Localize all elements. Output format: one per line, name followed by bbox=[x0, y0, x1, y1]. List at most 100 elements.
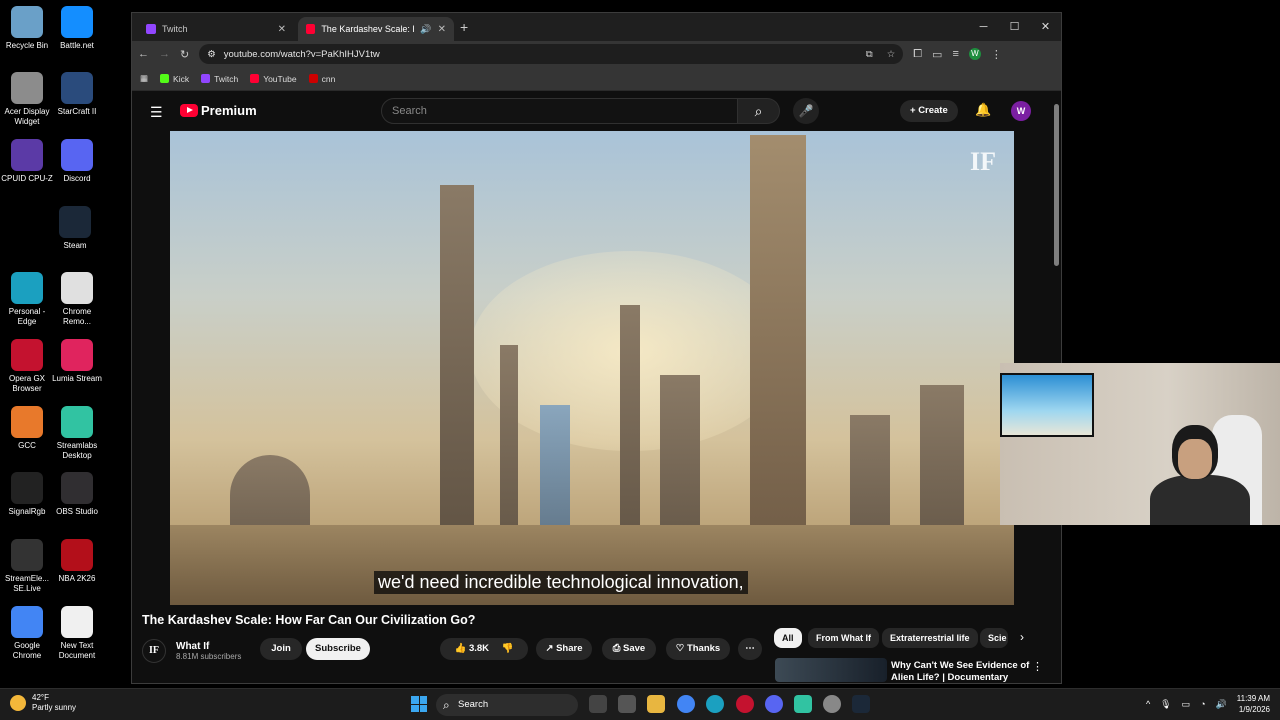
task-view-icon[interactable] bbox=[589, 695, 607, 713]
recommended-thumbnail[interactable] bbox=[775, 658, 887, 682]
brand-label: Premium bbox=[201, 103, 257, 118]
streamlabs-taskbar-icon[interactable] bbox=[794, 695, 812, 713]
subscribe-button[interactable]: Subscribe bbox=[306, 638, 370, 660]
search-button[interactable]: ⌕ bbox=[738, 98, 780, 124]
close-window-icon[interactable]: ✕ bbox=[1030, 13, 1061, 41]
desktop-shortcut[interactable]: CPUID CPU-Z bbox=[0, 139, 54, 184]
minimize-icon[interactable]: ─ bbox=[968, 13, 999, 41]
desktop-shortcut[interactable]: Opera GX Browser bbox=[0, 339, 54, 394]
start-button[interactable] bbox=[411, 696, 427, 712]
settings-taskbar-icon[interactable] bbox=[823, 695, 841, 713]
file-explorer-icon[interactable] bbox=[647, 695, 665, 713]
desktop-shortcut[interactable]: OBS Studio bbox=[50, 472, 104, 517]
mic-tray-icon[interactable]: 🎙 bbox=[1160, 699, 1171, 710]
bookmark-kick[interactable]: Kick bbox=[160, 74, 189, 84]
bookmark-star-icon[interactable]: ☆ bbox=[887, 49, 896, 60]
channel-name[interactable]: What If bbox=[176, 641, 241, 652]
widgets-icon[interactable] bbox=[618, 695, 636, 713]
desktop-shortcut[interactable]: SignalRgb bbox=[0, 472, 54, 517]
profile-avatar[interactable]: W bbox=[968, 48, 981, 60]
bookmark-twitch[interactable]: Twitch bbox=[201, 74, 238, 84]
desktop-shortcut[interactable]: Google Chrome bbox=[0, 606, 54, 661]
desktop-shortcut[interactable]: NBA 2K26 bbox=[50, 539, 104, 584]
chip-science[interactable]: Scie bbox=[980, 628, 1008, 648]
back-icon[interactable]: ← bbox=[138, 48, 149, 60]
tab-youtube[interactable]: The Kardashev Scale: How F 🔊 ✕ bbox=[298, 17, 454, 41]
desktop-shortcut[interactable]: Chrome Remo... bbox=[50, 272, 104, 327]
save-label: Save bbox=[623, 643, 646, 654]
channel-avatar[interactable]: IF bbox=[142, 639, 166, 663]
weather-widget[interactable]: 42°F Partly sunny bbox=[10, 693, 76, 713]
like-button[interactable]: 👍 3.8K bbox=[454, 643, 489, 654]
apps-grid-icon[interactable]: ▦ bbox=[140, 73, 148, 84]
chip-all[interactable]: All bbox=[774, 628, 802, 648]
taskbar-search[interactable]: Search bbox=[436, 694, 578, 716]
speaker-icon[interactable]: 🔊 bbox=[420, 24, 431, 35]
dislike-icon[interactable]: 👎 bbox=[502, 643, 514, 654]
video-player[interactable]: IF we'd need incredible technological in… bbox=[170, 131, 1014, 605]
desktop-shortcut[interactable]: Recycle Bin bbox=[0, 6, 54, 51]
bookmark-youtube[interactable]: YouTube bbox=[250, 74, 297, 84]
more-options-icon[interactable]: ⋮ bbox=[1032, 660, 1043, 673]
thanks-button[interactable]: ♡ Thanks bbox=[666, 638, 730, 660]
steam-taskbar-icon[interactable] bbox=[852, 695, 870, 713]
extensions-icon[interactable]: ⧠ bbox=[913, 48, 922, 61]
clock-time: 11:39 AM bbox=[1236, 694, 1270, 703]
install-app-icon[interactable]: ⧉ bbox=[866, 49, 873, 60]
desktop-shortcut[interactable]: Steam bbox=[48, 206, 102, 251]
search-input[interactable]: Search bbox=[381, 98, 738, 124]
monitor-icon[interactable]: ▭ bbox=[1182, 699, 1191, 710]
tab-twitch[interactable]: Twitch ✕ bbox=[138, 17, 294, 41]
more-actions-icon[interactable]: ⋯ bbox=[738, 638, 762, 660]
chrome-remote-icon bbox=[61, 272, 93, 304]
chrome-taskbar-icon[interactable] bbox=[677, 695, 695, 713]
chip-from-what-if[interactable]: From What If bbox=[808, 628, 879, 648]
menu-icon[interactable]: ⋮ bbox=[991, 48, 1002, 61]
close-icon[interactable]: ✕ bbox=[438, 24, 446, 35]
streamelements-icon bbox=[11, 539, 43, 571]
discord-taskbar-icon[interactable] bbox=[765, 695, 783, 713]
desktop-shortcut[interactable]: StreamEle... SE.Live bbox=[0, 539, 54, 594]
hamburger-menu-icon[interactable]: ☰ bbox=[150, 104, 163, 121]
close-icon[interactable]: ✕ bbox=[278, 24, 286, 35]
forward-icon[interactable]: → bbox=[159, 48, 170, 60]
desktop-shortcut[interactable]: Battle.net bbox=[50, 6, 104, 51]
create-button[interactable]: + Create bbox=[900, 100, 958, 122]
reload-icon[interactable]: ↻ bbox=[180, 48, 189, 61]
site-info-icon[interactable]: ⚙ bbox=[207, 49, 216, 60]
edge-taskbar-icon[interactable] bbox=[706, 695, 724, 713]
opera-taskbar-icon[interactable] bbox=[736, 695, 754, 713]
desktop-shortcut[interactable]: New Text Document bbox=[50, 606, 104, 661]
youtube-logo[interactable]: Premium bbox=[180, 103, 257, 118]
clock[interactable]: 11:39 AM 1/9/2026 bbox=[1237, 693, 1270, 715]
chip-extraterrestrial-life[interactable]: Extraterrestrial life bbox=[882, 628, 978, 648]
desktop-shortcut[interactable]: Personal - Edge bbox=[0, 272, 54, 327]
twitch-icon bbox=[201, 74, 211, 83]
join-button[interactable]: Join bbox=[260, 638, 302, 660]
scrollbar-thumb[interactable] bbox=[1054, 104, 1059, 266]
youtube-masthead: ☰ Premium Search ⌕ 🎤 + Create 🔔 W bbox=[132, 92, 1061, 130]
share-button[interactable]: ↗ Share bbox=[536, 638, 592, 660]
desktop-shortcut[interactable]: Lumia Stream bbox=[50, 339, 104, 384]
address-bar[interactable]: ⚙ youtube.com/watch?v=PaKhIHJV1tw ⧉ ☆ bbox=[199, 44, 904, 64]
desktop-shortcut[interactable]: Discord bbox=[50, 139, 104, 184]
chevron-right-icon[interactable]: › bbox=[1020, 630, 1024, 644]
new-tab-button[interactable]: + bbox=[460, 19, 468, 35]
maximize-icon[interactable]: ☐ bbox=[999, 13, 1030, 41]
wall-tv bbox=[1000, 373, 1094, 437]
save-button[interactable]: ⎙ Save bbox=[602, 638, 656, 660]
split-view-icon[interactable]: ▭ bbox=[932, 48, 942, 61]
volume-icon[interactable]: 🔊 bbox=[1216, 699, 1227, 710]
desktop-shortcut[interactable]: GCC bbox=[0, 406, 54, 451]
notifications-bell-icon[interactable]: 🔔 bbox=[975, 102, 991, 118]
desktop-shortcut[interactable]: StarCraft II bbox=[50, 72, 104, 117]
desktop-shortcut[interactable]: Streamlabs Desktop bbox=[50, 406, 104, 461]
wifi-icon[interactable]: ◔ bbox=[1200, 699, 1205, 709]
recommended-title[interactable]: Why Can't We See Evidence of Alien Life?… bbox=[891, 660, 1031, 683]
bookmark-cnn[interactable]: cnn bbox=[308, 74, 335, 84]
desktop-shortcut[interactable]: Acer Display Widget bbox=[0, 72, 54, 127]
chevron-up-icon[interactable]: ^ bbox=[1146, 699, 1150, 709]
voice-search-button[interactable]: 🎤 bbox=[793, 98, 819, 124]
user-avatar[interactable]: W bbox=[1011, 101, 1031, 121]
reading-list-icon[interactable]: ≡ bbox=[952, 48, 958, 60]
